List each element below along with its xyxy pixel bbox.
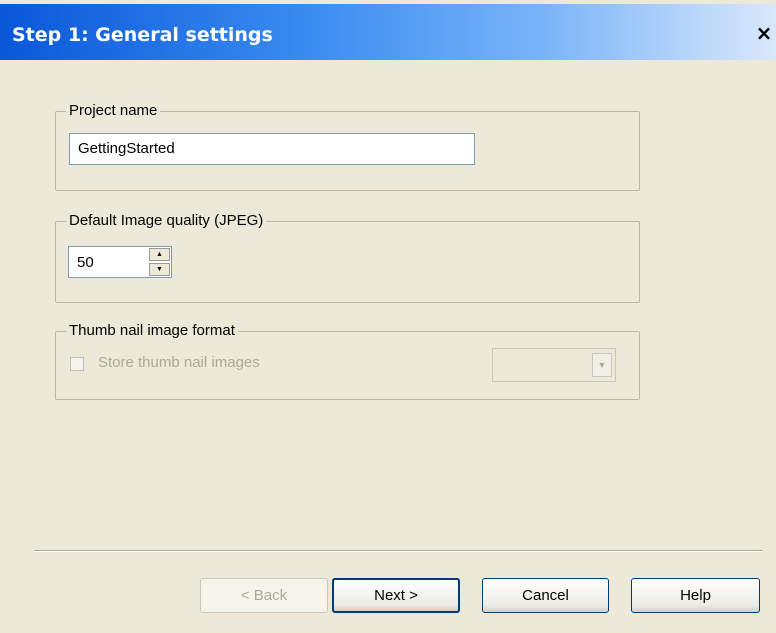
dialog-title: Step 1: General settings <box>12 24 273 46</box>
image-quality-group: Default Image quality (JPEG) 50 ▲ ▼ <box>55 212 640 303</box>
project-name-group: Project name GettingStarted <box>55 102 640 191</box>
close-icon[interactable]: × <box>754 22 774 44</box>
thumbnail-format-legend: Thumb nail image format <box>66 322 238 340</box>
project-name-input[interactable]: GettingStarted <box>69 133 475 165</box>
spin-buttons: ▲ ▼ <box>149 248 170 276</box>
title-bar: Step 1: General settings × <box>0 4 776 60</box>
back-button[interactable]: < Back <box>200 578 328 613</box>
help-button[interactable]: Help <box>631 578 760 613</box>
image-quality-legend: Default Image quality (JPEG) <box>66 212 267 230</box>
chevron-down-icon[interactable]: ▼ <box>592 353 612 377</box>
next-button[interactable]: Next > <box>332 578 460 613</box>
store-thumbnails-label[interactable]: Store thumb nail images <box>98 354 260 371</box>
footer-separator <box>34 550 762 552</box>
spin-down-icon[interactable]: ▼ <box>149 263 170 276</box>
thumbnail-format-group: Thumb nail image format Store thumb nail… <box>55 322 640 400</box>
cancel-button[interactable]: Cancel <box>482 578 609 613</box>
project-name-legend: Project name <box>66 102 161 120</box>
image-quality-stepper[interactable]: 50 ▲ ▼ <box>68 246 172 278</box>
image-quality-value[interactable]: 50 <box>77 254 94 271</box>
store-thumbnails-checkbox[interactable] <box>70 357 84 371</box>
spin-up-icon[interactable]: ▲ <box>149 248 170 261</box>
thumbnail-format-dropdown[interactable]: ▼ <box>492 348 616 382</box>
